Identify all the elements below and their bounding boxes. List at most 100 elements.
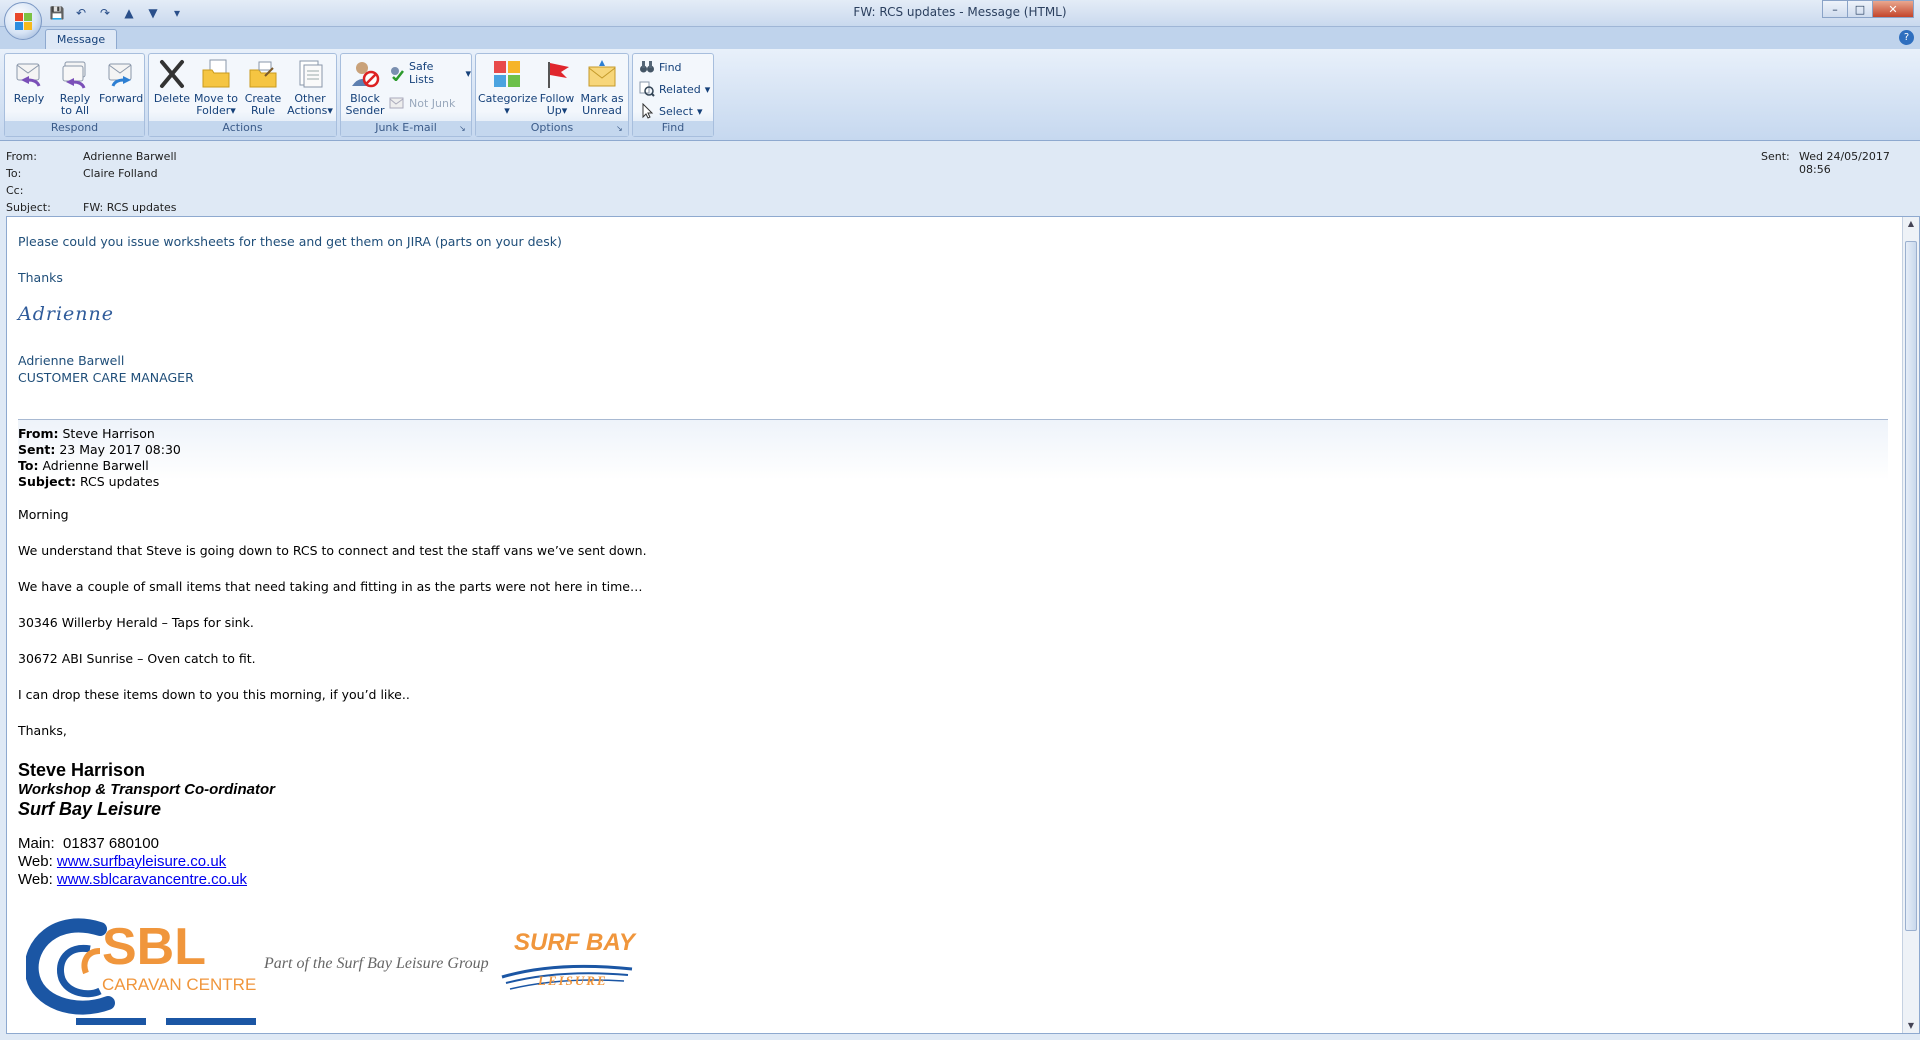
forwarded-header xyxy=(18,420,1888,480)
sender-title: CUSTOMER CARE MANAGER xyxy=(18,370,194,385)
scroll-up-icon[interactable]: ▲ xyxy=(1906,219,1916,231)
ribbon: Reply Reply to All Forward Respond Delet… xyxy=(0,49,1920,141)
window-title: FW: RCS updates - Message (HTML) xyxy=(853,5,1067,19)
categorize-button[interactable]: Categorize ▾ xyxy=(478,58,537,117)
body-line-3: We have a couple of small items that nee… xyxy=(18,579,643,594)
title-bar: 💾 ↶ ↷ ▲ ▼ ▾ FW: RCS updates - Message (H… xyxy=(0,0,1920,27)
reply-all-button[interactable]: Reply to All xyxy=(53,58,97,117)
surfbay-logo-subtext: LEISURE xyxy=(538,973,608,988)
mark-as-unread-button[interactable]: Mark as Unread xyxy=(578,58,626,117)
create-rule-icon xyxy=(247,58,279,90)
forward-button[interactable]: Forward xyxy=(99,58,143,105)
help-icon[interactable]: ? xyxy=(1899,30,1914,45)
select-button[interactable]: Select ▾ xyxy=(639,102,702,120)
cc-label: Cc: xyxy=(6,184,24,197)
group-label-actions: Actions xyxy=(149,121,336,136)
block-sender-icon xyxy=(349,58,381,90)
scroll-thumb[interactable] xyxy=(1905,241,1917,931)
group-tagline: Part of the Surf Bay Leisure Group xyxy=(264,955,489,972)
subject-value: FW: RCS updates xyxy=(83,201,177,214)
fwd-to: To: Adrienne Barwell xyxy=(18,458,149,473)
group-label-find: Find xyxy=(633,121,713,136)
sent-value: Wed 24/05/2017 08:56 xyxy=(1799,150,1890,176)
group-label-respond: Respond xyxy=(5,121,144,136)
not-junk-button[interactable]: Not Junk xyxy=(389,94,455,112)
handwritten-signature: Adrienne xyxy=(18,303,115,325)
reply-icon xyxy=(13,58,45,90)
office-logo-icon xyxy=(15,13,33,31)
related-icon xyxy=(639,81,655,97)
not-junk-icon xyxy=(389,95,405,111)
sig-role: Workshop & Transport Co-ordinator xyxy=(18,781,275,798)
respond-group: Reply Reply to All Forward Respond xyxy=(4,53,145,137)
group-label-junk: Junk E-mail xyxy=(341,121,471,136)
body-line-6: I can drop these items down to you this … xyxy=(18,687,410,702)
delete-x-icon xyxy=(156,58,188,90)
find-button[interactable]: Find xyxy=(639,58,682,76)
sbl-logo-subtext: CARAVAN CENTRE xyxy=(102,975,257,994)
body-line-5: 30672 ABI Sunrise – Oven catch to fit. xyxy=(18,651,256,666)
maximize-icon[interactable]: □ xyxy=(1847,0,1873,18)
block-sender-button[interactable]: Block Sender xyxy=(343,58,387,117)
tab-message[interactable]: Message xyxy=(45,29,117,50)
actions-group: Delete Move to Folder▾ Create Rule Other… xyxy=(148,53,337,137)
binoculars-icon xyxy=(639,59,655,75)
reply-all-icon xyxy=(59,58,91,90)
sent-label: Sent: xyxy=(1761,150,1790,163)
from-value[interactable]: Adrienne Barwell xyxy=(83,150,177,163)
subject-label: Subject: xyxy=(6,201,51,214)
message-body[interactable]: Please could you issue worksheets for th… xyxy=(6,216,1920,1034)
related-button[interactable]: Related ▾ xyxy=(639,80,710,98)
sender-name: Adrienne Barwell xyxy=(18,353,125,368)
follow-up-flag-icon xyxy=(541,58,573,90)
to-value[interactable]: Claire Folland xyxy=(83,167,158,180)
message-header: From: Adrienne Barwell To: Claire Follan… xyxy=(0,142,1920,216)
options-dialog-launcher-icon[interactable]: ↘ xyxy=(616,124,626,134)
body-line-7: Thanks, xyxy=(18,723,67,738)
minimize-icon[interactable]: – xyxy=(1822,0,1848,18)
window-controls: – □ ✕ xyxy=(1822,0,1914,18)
fwd-from: From: Steve Harrison xyxy=(18,426,155,441)
move-to-folder-button[interactable]: Move to Folder▾ xyxy=(193,58,239,117)
scroll-down-icon[interactable]: ▼ xyxy=(1906,1021,1916,1033)
find-group: Find Related ▾ Select ▾ Find xyxy=(632,53,714,137)
main-phone-line: Main: 01837 680100 xyxy=(18,835,159,852)
sbl-logo-text: SBL xyxy=(102,918,206,976)
thanks-text: Thanks xyxy=(18,270,63,285)
junk-dialog-launcher-icon[interactable]: ↘ xyxy=(459,124,469,134)
delete-button[interactable]: Delete xyxy=(153,58,191,105)
body-line-1: Morning xyxy=(18,507,69,522)
body-line-4: 30346 Willerby Herald – Taps for sink. xyxy=(18,615,254,630)
fwd-subject: Subject: RCS updates xyxy=(18,474,160,489)
request-text: Please could you issue worksheets for th… xyxy=(18,234,562,249)
ribbon-tab-row: Message ? xyxy=(0,27,1920,50)
web-line-2: Web: www.sblcaravancentre.co.uk xyxy=(18,871,248,888)
safe-lists-icon xyxy=(389,65,405,82)
vertical-scrollbar[interactable]: ▲ ▼ xyxy=(1902,217,1919,1033)
to-label: To: xyxy=(6,167,22,180)
categorize-icon xyxy=(491,58,523,90)
reply-button[interactable]: Reply xyxy=(9,58,49,105)
follow-up-button[interactable]: Follow Up▾ xyxy=(538,58,576,117)
group-label-options: Options xyxy=(476,121,628,136)
cursor-select-icon xyxy=(639,102,655,119)
office-button[interactable] xyxy=(4,2,42,40)
safe-lists-button[interactable]: Safe Lists ▾ xyxy=(389,60,471,86)
options-group: Categorize ▾ Follow Up▾ Mark as Unread O… xyxy=(475,53,629,137)
create-rule-button[interactable]: Create Rule xyxy=(243,58,283,117)
other-actions-icon xyxy=(294,58,326,90)
sig-company: Surf Bay Leisure xyxy=(18,799,162,819)
mark-unread-envelope-icon xyxy=(586,58,618,90)
body-line-2: We understand that Steve is going down t… xyxy=(18,543,647,558)
forward-icon xyxy=(105,58,137,90)
signature-logos: SBL CARAVAN CENTRE Part of the Surf Bay … xyxy=(26,915,646,1025)
other-actions-button[interactable]: Other Actions▾ xyxy=(285,58,335,117)
surfbay-link[interactable]: www.surfbayleisure.co.uk xyxy=(57,853,226,870)
sbl-caravan-link[interactable]: www.sblcaravancentre.co.uk xyxy=(57,871,247,888)
surfbay-logo-text: SURF BAY xyxy=(514,929,635,956)
fwd-sent: Sent: 23 May 2017 08:30 xyxy=(18,442,181,457)
from-label: From: xyxy=(6,150,37,163)
close-icon[interactable]: ✕ xyxy=(1872,0,1914,18)
junk-email-group: Block Sender Safe Lists ▾ Not Junk Junk E… xyxy=(340,53,472,137)
folder-move-icon xyxy=(200,58,232,90)
